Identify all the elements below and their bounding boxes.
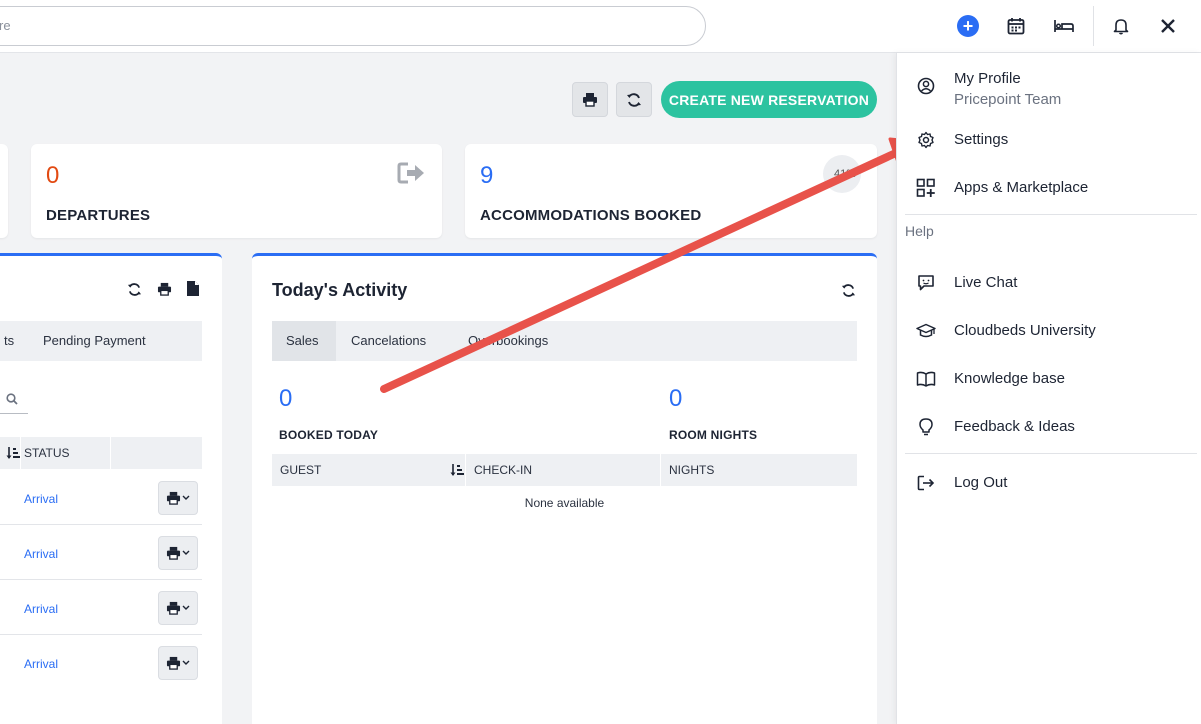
gear-icon: [915, 129, 937, 151]
logout-icon: [915, 472, 937, 494]
menu-item-feedback[interactable]: Feedback & Ideas: [897, 408, 1201, 444]
menu-label-university: Cloudbeds University: [954, 322, 1096, 339]
menu-item-apps-marketplace[interactable]: Apps & Marketplace: [897, 169, 1201, 205]
menu-label-knowledge: Knowledge base: [954, 370, 1065, 387]
book-icon: [915, 368, 937, 390]
menu-label-my-profile: My Profile: [954, 70, 1021, 87]
menu-divider: [905, 453, 1197, 454]
menu-item-log-out[interactable]: Log Out: [897, 464, 1201, 500]
user-menu: My Profile Pricepoint Team Settings Apps…: [896, 53, 1201, 724]
menu-profile-team: Pricepoint Team: [954, 91, 1062, 108]
menu-label-settings: Settings: [954, 131, 1009, 148]
apps-grid-icon: [915, 177, 937, 199]
menu-item-knowledge-base[interactable]: Knowledge base: [897, 360, 1201, 396]
chat-icon: [915, 272, 937, 294]
menu-label-live-chat: Live Chat: [954, 274, 1018, 291]
menu-item-live-chat[interactable]: Live Chat: [897, 264, 1201, 300]
graduation-cap-icon: [915, 320, 937, 342]
menu-item-settings[interactable]: Settings: [897, 121, 1201, 157]
menu-divider: [905, 214, 1197, 215]
lightbulb-icon: [915, 416, 937, 438]
menu-label-feedback: Feedback & Ideas: [954, 418, 1075, 435]
menu-item-my-profile[interactable]: My Profile Pricepoint Team: [897, 67, 1201, 125]
user-circle-icon: [915, 75, 937, 97]
menu-label-apps: Apps & Marketplace: [954, 179, 1089, 196]
menu-label-log-out: Log Out: [954, 474, 1008, 491]
menu-help-heading: Help: [905, 223, 934, 239]
menu-item-cloudbeds-university[interactable]: Cloudbeds University: [897, 312, 1201, 348]
